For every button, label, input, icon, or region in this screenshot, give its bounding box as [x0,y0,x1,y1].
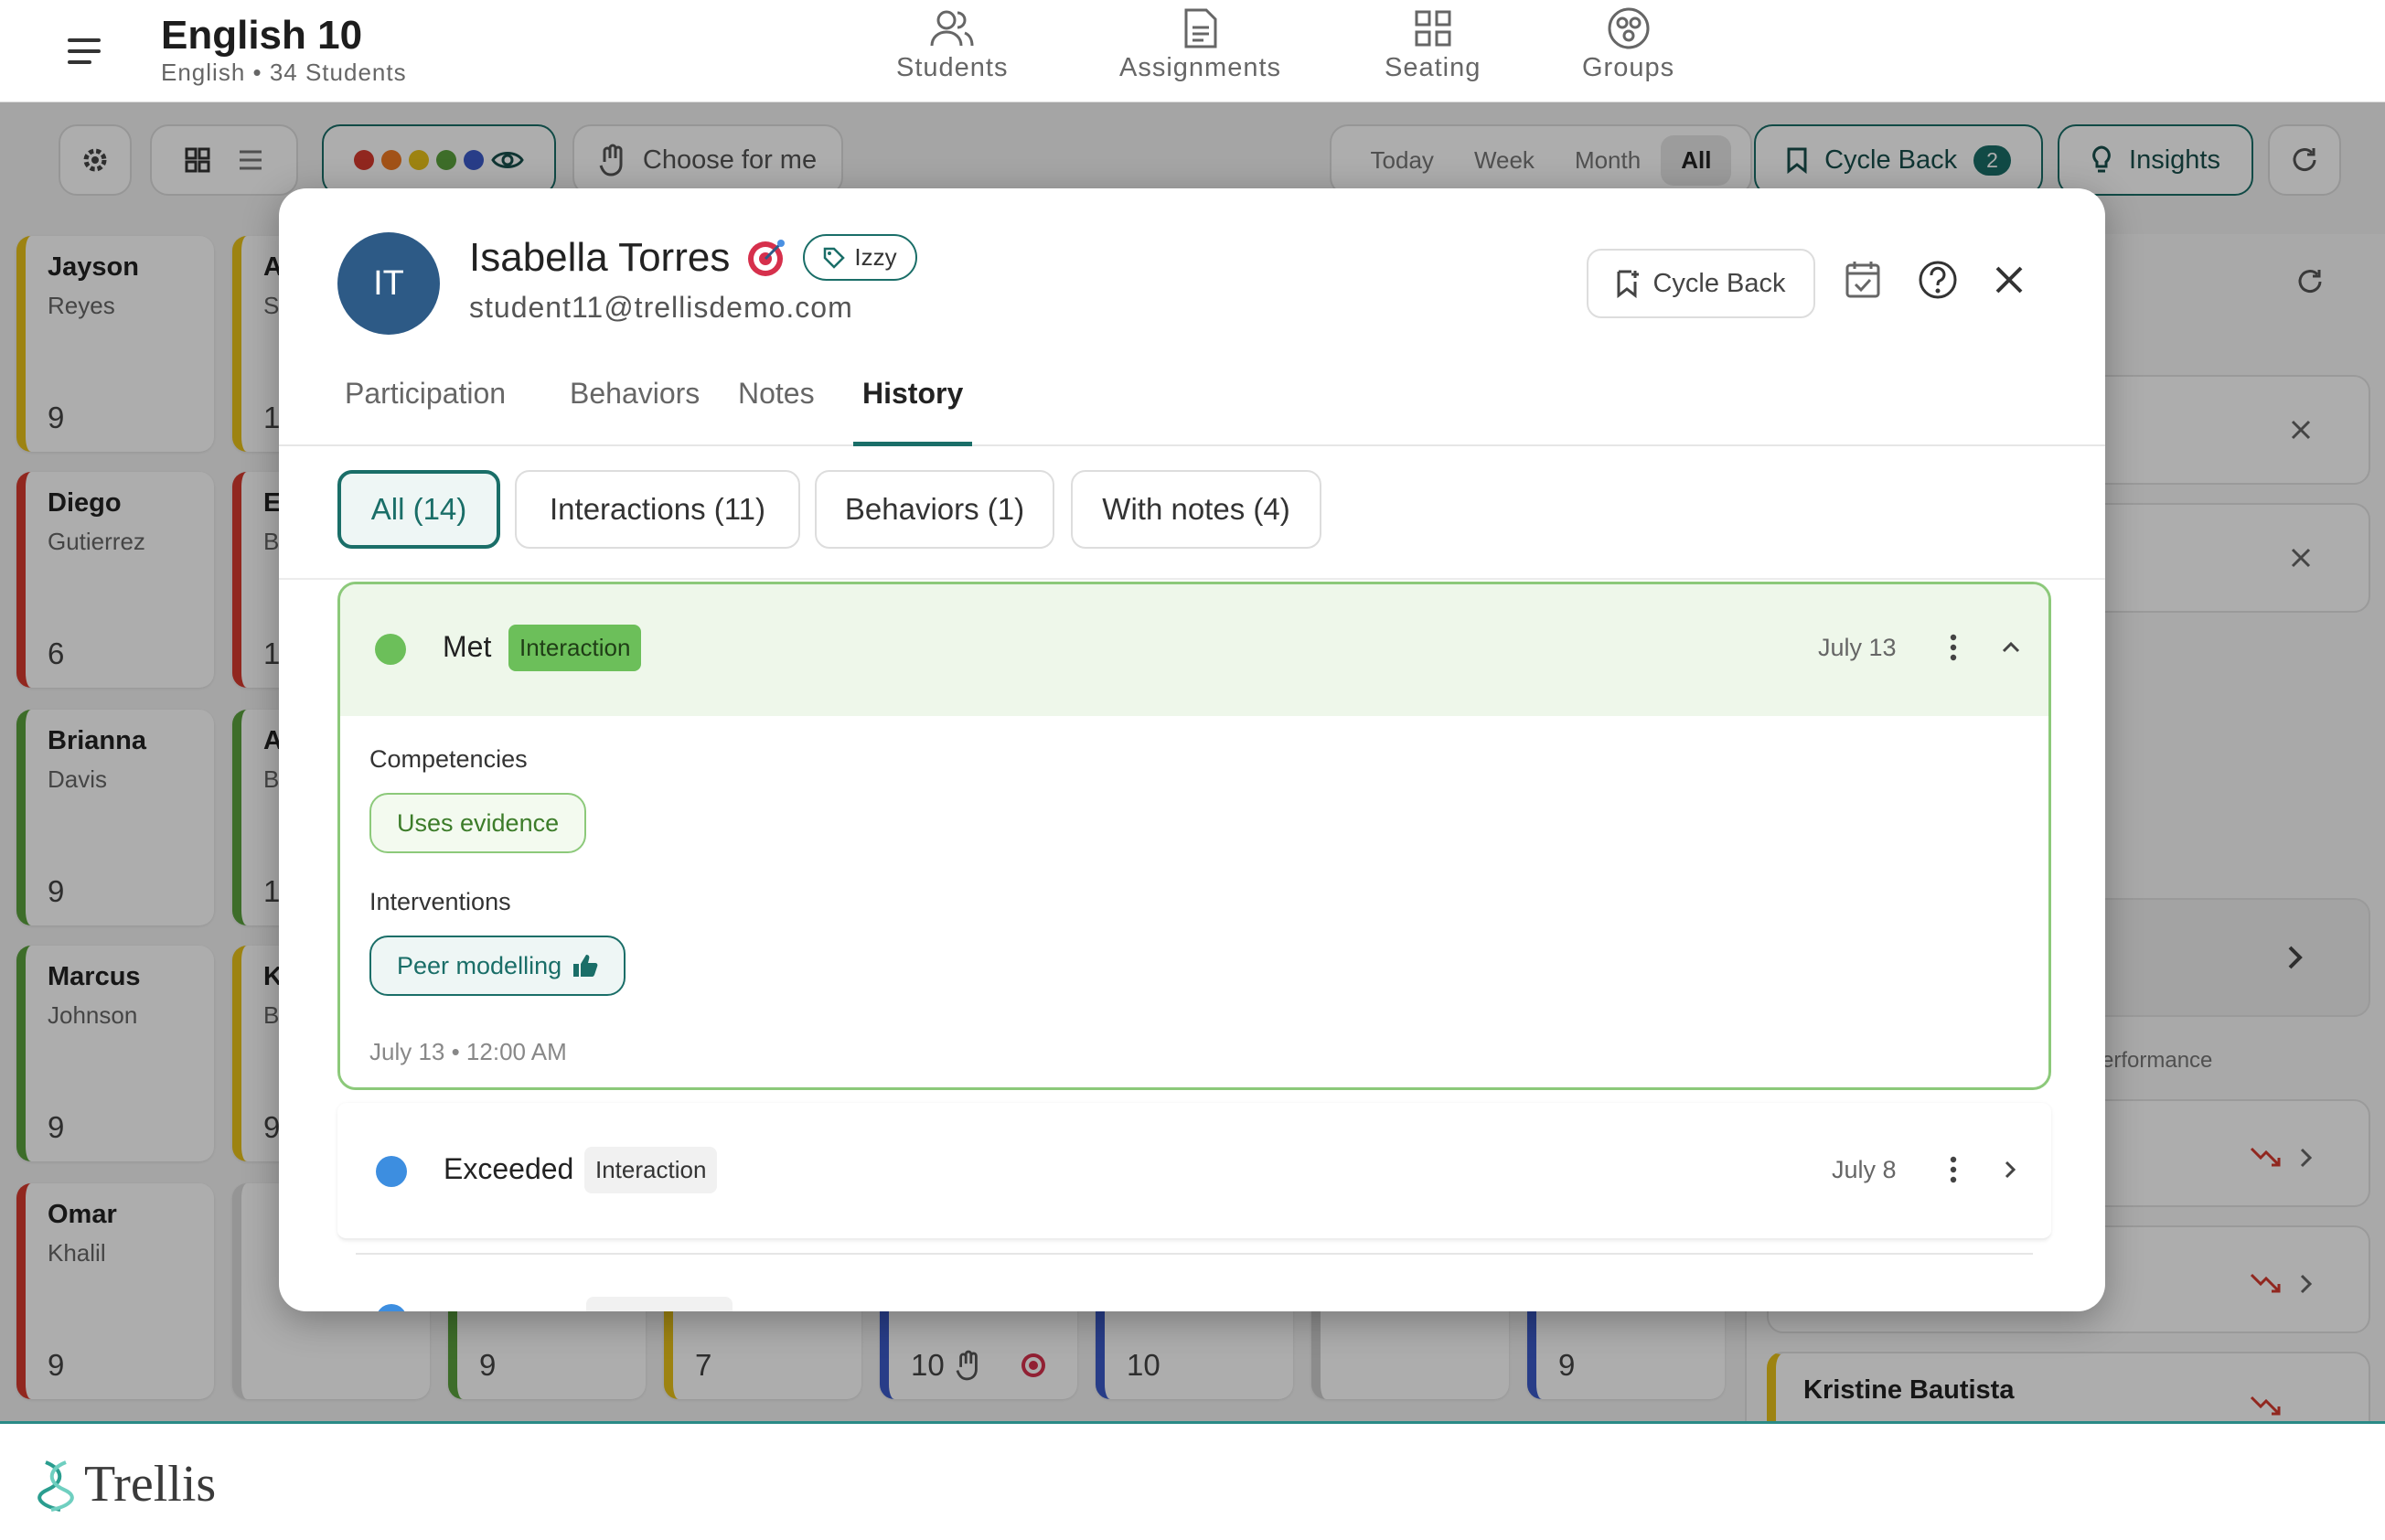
filter-all[interactable]: All (14) [337,470,500,549]
nickname: Izzy [854,243,897,271]
class-title: English 10 [161,13,363,58]
nav-label: Assignments [1119,53,1282,82]
status-dot [376,1304,407,1311]
brand-name: Trellis [84,1456,217,1513]
tag-icon [824,247,846,269]
nav-label: Seating [1385,53,1481,82]
student-email: student11@trellisdemo.com [469,291,853,324]
bookmark-add-icon [1617,270,1640,298]
entry-type-badge: Interaction [508,625,642,671]
entry-timestamp: July 13 • 12:00 AM [369,1038,567,1065]
status-dot [376,1156,407,1187]
filter-behaviors[interactable]: Behaviors (1) [815,470,1054,549]
avatar: IT [337,232,440,335]
tab-notes[interactable]: Notes [729,377,824,446]
groups-icon [1608,7,1650,49]
entry-type-badge [586,1297,733,1311]
nav-label: Groups [1582,53,1675,82]
nav-assignments[interactable]: Assignments [1119,7,1281,83]
nickname-tag[interactable]: Izzy [803,234,917,281]
history-entry[interactable]: Exceeded Interaction July 8 [337,1103,2051,1240]
competencies-label: Competencies [369,745,528,773]
modal-tabs: Participation Behaviors Notes History [279,371,2105,446]
chevron-right-icon[interactable] [2004,1160,2016,1180]
intervention-label: Peer modelling [397,951,562,979]
nav-label: Students [896,53,1009,82]
history-entry-expanded: Met Interaction July 13 Competencies Use… [337,582,2051,1090]
entry-status: Met [443,630,492,663]
close-icon[interactable] [1995,265,2024,294]
filter-with-notes[interactable]: With notes (4) [1071,470,1321,549]
status-dot [375,634,406,665]
student-name: Isabella Torres [469,234,731,280]
top-bar: English 10 English • 34 Students Student… [0,0,2385,102]
interventions-label: Interventions [369,888,511,915]
divider [279,578,2105,580]
chevron-up-icon[interactable] [2001,641,2021,654]
intervention-chip: Peer modelling [369,936,626,996]
entry-date: July 13 [1818,634,1897,661]
divider [356,1253,2033,1255]
nav-students[interactable]: Students [896,7,1008,83]
help-icon[interactable] [1918,260,1958,300]
more-vert-icon[interactable] [1950,634,1957,661]
class-subtitle: English • 34 Students [161,59,407,86]
entry-status: Exceeded [444,1152,574,1185]
document-icon [1184,8,1216,48]
target-icon [748,239,786,276]
footer: Trellis [0,1421,2385,1540]
menu-icon[interactable] [59,29,110,73]
student-header: Isabella Torres Izzy [469,234,917,281]
tab-history[interactable]: History [853,377,973,446]
tab-participation[interactable]: Participation [336,377,515,446]
brand-logo: Trellis [37,1455,216,1513]
more-vert-icon[interactable] [1950,1156,1957,1183]
competency-chip: Uses evidence [369,793,587,853]
nav-seating[interactable]: Seating [1385,7,1481,83]
trellis-logo-icon [37,1460,74,1512]
cycle-back-label: Cycle Back [1652,268,1786,298]
people-icon [930,10,974,47]
entry-date: July 8 [1832,1156,1897,1183]
history-entry-header[interactable]: Met Interaction July 13 [340,584,2048,716]
grid-icon [1415,10,1451,47]
filter-interactions[interactable]: Interactions (11) [515,470,800,549]
tab-behaviors[interactable]: Behaviors [561,377,709,446]
entry-type-badge: Interaction [584,1147,718,1193]
thumbs-up-icon [573,955,598,977]
calendar-check-icon[interactable] [1845,260,1881,300]
nav-groups[interactable]: Groups [1582,7,1674,83]
student-detail-modal: IT Isabella Torres Izzy student11@trelli… [279,188,2105,1311]
cycle-back-button[interactable]: Cycle Back [1587,249,1815,318]
